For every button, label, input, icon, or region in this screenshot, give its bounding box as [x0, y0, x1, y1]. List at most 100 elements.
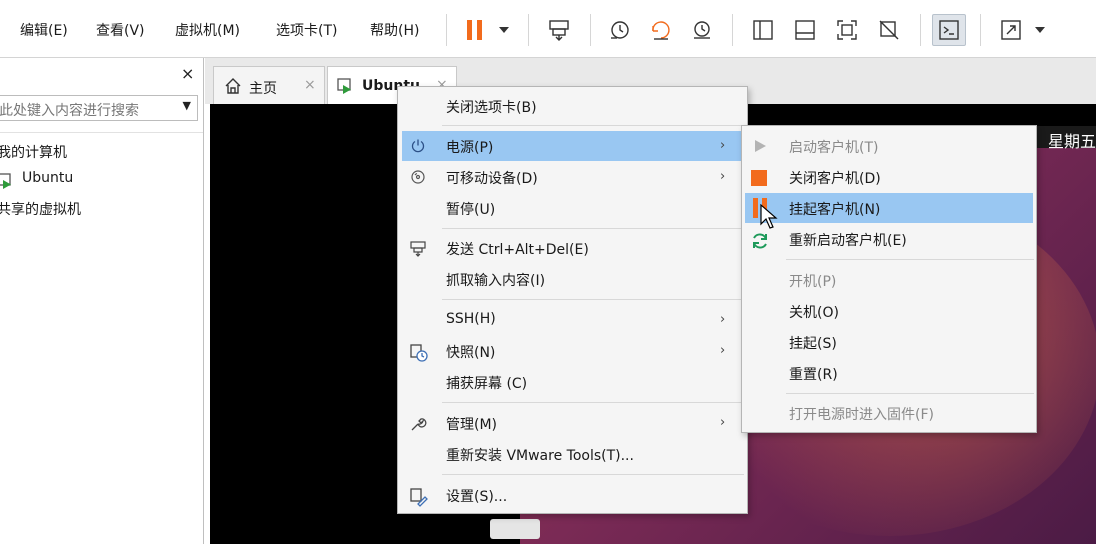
- library-search-placeholder: 此处键入内容进行搜索: [0, 103, 139, 119]
- toolbar-separator: [446, 14, 447, 46]
- menu-item-label: 开机(P): [789, 274, 837, 290]
- stretch-icon: [1001, 20, 1021, 40]
- submenu-item-start-guest[interactable]: 启动客户机(T): [742, 131, 1036, 161]
- tab-context-menu: 关闭选项卡(B) 电源(P) › 可移动设备(D) › 暂停(U) 发送 Ctr…: [397, 86, 748, 514]
- submenu-item-shutdown-guest[interactable]: 关闭客户机(D): [742, 162, 1036, 192]
- show-thumbnail-bar-button[interactable]: [788, 14, 822, 46]
- menu-item-power[interactable]: 电源(P) ›: [402, 131, 741, 161]
- divider: [0, 132, 203, 133]
- stretch-dropdown-button[interactable]: [1030, 14, 1050, 46]
- stop-icon: [750, 169, 768, 191]
- tree-item-ubuntu[interactable]: Ubuntu: [22, 170, 73, 186]
- menu-item-capture-screen[interactable]: 捕获屏幕 (C): [398, 367, 747, 397]
- home-icon: [224, 77, 242, 99]
- menu-help[interactable]: 帮助(H): [370, 20, 419, 40]
- menu-item-send-ctrl-alt-del[interactable]: 发送 Ctrl+Alt+Del(E): [398, 233, 747, 263]
- menu-edit[interactable]: 编辑(E): [20, 20, 68, 40]
- menu-item-label: 抓取输入内容(I): [446, 273, 546, 289]
- menu-separator: [786, 259, 1034, 260]
- wrench-icon: [409, 415, 427, 437]
- search-dropdown-icon[interactable]: ▼: [183, 99, 191, 112]
- submenu-item-power-off[interactable]: 关机(O): [742, 296, 1036, 326]
- library-close-button[interactable]: ×: [181, 64, 194, 83]
- menu-item-manage[interactable]: 管理(M) ›: [398, 408, 747, 438]
- menu-item-label: 关闭客户机(D): [789, 171, 881, 187]
- snapshot-manager-icon: [694, 21, 710, 39]
- unity-button[interactable]: [872, 14, 906, 46]
- menu-item-label: 设置(S)...: [446, 489, 508, 505]
- menu-item-label: 重置(R): [789, 367, 838, 383]
- menu-item-close-tab[interactable]: 关闭选项卡(B): [398, 91, 747, 121]
- menu-tabs[interactable]: 选项卡(T): [276, 20, 337, 40]
- menu-item-label: 挂起(S): [789, 336, 837, 352]
- snapshot-manager-button[interactable]: [686, 14, 718, 46]
- menu-item-label: 挂起客户机(N): [789, 202, 881, 218]
- menu-item-label: 快照(N): [446, 345, 496, 361]
- submenu-item-power-on-to-firmware[interactable]: 打开电源时进入固件(F): [742, 398, 1036, 428]
- menu-item-label: 关闭选项卡(B): [446, 100, 537, 116]
- menu-item-label: 可移动设备(D): [446, 171, 538, 187]
- guest-clock[interactable]: 星期五: [1048, 128, 1096, 152]
- show-library-button[interactable]: [746, 14, 780, 46]
- disc-icon: [410, 169, 426, 189]
- submenu-item-suspend-guest[interactable]: 挂起客户机(N): [745, 193, 1033, 223]
- menu-item-grab-input[interactable]: 抓取输入内容(I): [398, 264, 747, 294]
- toolbar-separator: [920, 14, 921, 46]
- menu-item-label: 捕获屏幕 (C): [446, 376, 528, 392]
- library-search-input[interactable]: 此处键入内容进行搜索 ▼: [0, 95, 198, 121]
- power-icon: [410, 138, 426, 158]
- menu-item-removable-devices[interactable]: 可移动设备(D) ›: [398, 162, 747, 192]
- submenu-item-restart-guest[interactable]: 重新启动客户机(E): [742, 224, 1036, 254]
- menu-item-label: 启动客户机(T): [789, 140, 879, 156]
- menu-item-label: 管理(M): [446, 417, 498, 433]
- pause-dropdown-button[interactable]: [494, 14, 514, 46]
- menu-separator: [442, 402, 744, 403]
- stretch-button[interactable]: [994, 14, 1028, 46]
- menu-item-label: 打开电源时进入固件(F): [789, 407, 934, 423]
- submenu-arrow-icon: ›: [720, 415, 726, 430]
- guest-window-fragment: [490, 519, 540, 539]
- snapshot-take-button[interactable]: [604, 14, 636, 46]
- toolbar-separator: [732, 14, 733, 46]
- tab-home-close-button[interactable]: ×: [304, 77, 316, 93]
- menu-vm[interactable]: 虚拟机(M): [175, 20, 240, 40]
- unity-icon: [879, 20, 899, 40]
- vm-running-icon: [0, 172, 14, 194]
- submenu-item-reset[interactable]: 重置(R): [742, 358, 1036, 388]
- stretch-dropdown-icon: [1035, 27, 1045, 33]
- submenu-item-suspend[interactable]: 挂起(S): [742, 327, 1036, 357]
- tab-home[interactable]: 主页 ×: [213, 66, 325, 104]
- mouse-cursor-icon: [760, 203, 778, 234]
- menu-item-snapshot[interactable]: 快照(N) ›: [398, 336, 747, 366]
- send-ctrl-alt-del-button[interactable]: [542, 14, 576, 46]
- submenu-item-power-on[interactable]: 开机(P): [742, 265, 1036, 295]
- submenu-arrow-icon: ›: [720, 312, 726, 327]
- menu-item-reinstall-vmware-tools[interactable]: 重新安装 VMware Tools(T)...: [398, 439, 747, 469]
- power-submenu: 启动客户机(T) 关闭客户机(D) 挂起客户机(N) 重新启动客户机(E) 开机…: [741, 125, 1037, 433]
- tree-item-my-computer[interactable]: 我的计算机: [0, 142, 67, 162]
- dropdown-arrow-icon: [499, 27, 509, 33]
- pause-button[interactable]: [462, 14, 488, 46]
- play-icon: [752, 138, 768, 158]
- submenu-arrow-icon: ›: [720, 169, 726, 184]
- tree-item-shared-vms[interactable]: 共享的虚拟机: [0, 199, 81, 219]
- menu-separator: [442, 474, 744, 475]
- toolbar-separator: [528, 14, 529, 46]
- menu-item-ssh[interactable]: SSH(H) ›: [398, 305, 747, 335]
- menu-separator: [786, 393, 1034, 394]
- snapshot-revert-button[interactable]: [645, 14, 677, 46]
- menu-item-label: 关机(O): [789, 305, 839, 321]
- menu-item-label: 重新启动客户机(E): [789, 233, 907, 249]
- fullscreen-button[interactable]: [830, 14, 864, 46]
- menu-view[interactable]: 查看(V): [96, 20, 145, 40]
- menu-item-label: 电源(P): [446, 140, 494, 156]
- pause-icon: [467, 20, 482, 40]
- console-view-button[interactable]: [932, 14, 966, 46]
- menu-item-pause[interactable]: 暂停(U): [398, 193, 747, 223]
- menu-item-label: 暂停(U): [446, 202, 496, 218]
- restart-icon: [750, 231, 770, 255]
- send-ctrl-alt-del-icon: [409, 240, 427, 262]
- menu-item-settings[interactable]: 设置(S)...: [398, 480, 747, 510]
- send-ctrl-alt-del-icon: [549, 20, 569, 41]
- menu-separator: [442, 228, 744, 229]
